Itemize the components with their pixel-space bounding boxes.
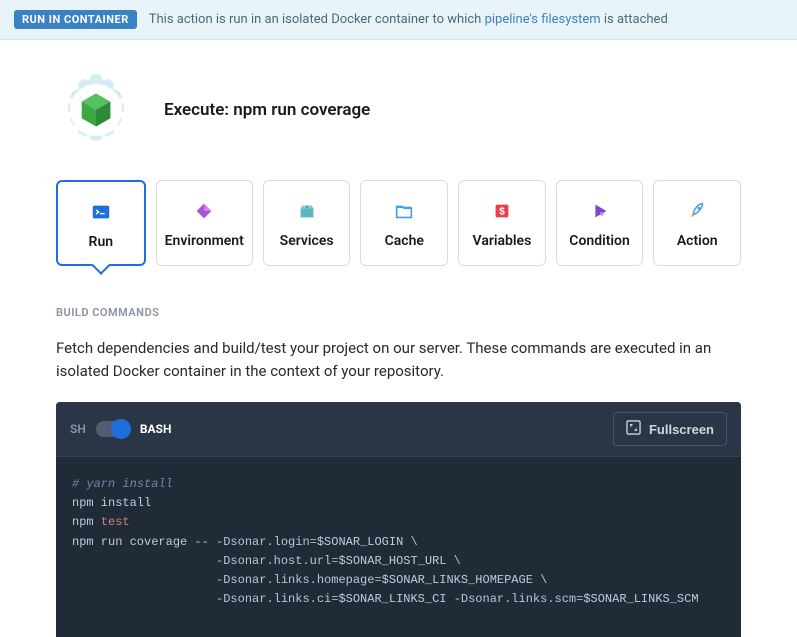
banner-text-after: is attached: [601, 12, 668, 27]
tab-label: Run: [89, 234, 114, 250]
code-flag: -Dsonar.links.scm: [454, 592, 576, 606]
code-flag: -Dsonar.links.homepage: [216, 573, 374, 587]
action-icon: [56, 70, 136, 150]
editor-body[interactable]: # yarn install npm install npm test npm …: [56, 457, 741, 637]
tab-label: Condition: [569, 233, 630, 249]
code-flag: --: [194, 535, 208, 549]
code-var: $SONAR_LINKS_HOMEPAGE: [382, 573, 533, 587]
action-header: Execute: npm run coverage: [56, 70, 741, 150]
code-line: npm install: [72, 496, 151, 510]
tab-label: Services: [280, 233, 334, 249]
diamond-icon: [192, 199, 216, 223]
bash-label: BASH: [140, 422, 172, 436]
eq: =: [576, 592, 583, 606]
svg-text:$: $: [499, 207, 505, 218]
tab-services[interactable]: Services: [263, 180, 351, 266]
toggle-knob: [111, 419, 131, 439]
code-comment: # yarn install: [72, 477, 173, 491]
sp: [209, 535, 216, 549]
tab-action[interactable]: Action: [653, 180, 741, 266]
code-var: $SONAR_LOGIN: [317, 535, 403, 549]
code-cmd: npm: [72, 515, 101, 529]
banner-badge: RUN IN CONTAINER: [14, 10, 137, 29]
code-flag: -Dsonar.host.url: [216, 554, 331, 568]
editor-toolbar: SH BASH Fullscreen: [56, 402, 741, 457]
eq: =: [310, 535, 317, 549]
tab-label: Cache: [385, 233, 424, 249]
ind: [72, 554, 216, 568]
bs: \: [533, 573, 547, 587]
code-cmd: npm run coverage: [72, 535, 194, 549]
sp: [446, 592, 453, 606]
code-var: $SONAR_LINKS_CI: [338, 592, 446, 606]
content-area: Execute: npm run coverage Run Environmen…: [0, 40, 797, 637]
sh-label: SH: [70, 422, 86, 436]
fullscreen-button[interactable]: Fullscreen: [613, 412, 727, 446]
ind: [72, 592, 216, 606]
eq: =: [374, 573, 381, 587]
section-description: Fetch dependencies and build/test your p…: [56, 337, 741, 382]
ind: [72, 573, 216, 587]
dollar-icon: $: [490, 199, 514, 223]
folder-icon: [392, 199, 416, 223]
code-flag: -Dsonar.login: [216, 535, 310, 549]
toolbar-left: SH BASH: [70, 421, 171, 437]
box-icon: [295, 199, 319, 223]
tab-condition[interactable]: Condition: [556, 180, 644, 266]
info-banner: RUN IN CONTAINER This action is run in a…: [0, 0, 797, 40]
tab-label: Variables: [473, 233, 532, 249]
bs: \: [403, 535, 417, 549]
eq: =: [331, 592, 338, 606]
tab-cache[interactable]: Cache: [360, 180, 448, 266]
code-var: $SONAR_LINKS_SCM: [583, 592, 698, 606]
tab-run[interactable]: Run: [56, 180, 146, 266]
pipeline-filesystem-link[interactable]: pipeline's filesystem: [485, 12, 601, 27]
tabs-row: Run Environment Services Cache $ Variabl…: [56, 180, 741, 266]
section-title: BUILD COMMANDS: [56, 306, 741, 319]
tab-environment[interactable]: Environment: [156, 180, 253, 266]
terminal-icon: [89, 200, 113, 224]
tab-label: Environment: [165, 233, 244, 249]
bs: \: [446, 554, 460, 568]
code-editor: SH BASH Fullscreen # yarn install npm in…: [56, 402, 741, 637]
action-title: Execute: npm run coverage: [164, 100, 370, 120]
code-arg: test: [101, 515, 130, 529]
banner-text: This action is run in an isolated Docker…: [149, 12, 668, 27]
play-icon: [588, 199, 612, 223]
tab-label: Action: [677, 233, 718, 249]
rocket-icon: [685, 199, 709, 223]
banner-text-before: This action is run in an isolated Docker…: [149, 12, 485, 27]
fullscreen-icon: [626, 420, 641, 438]
sh-bash-toggle[interactable]: [96, 421, 130, 437]
tab-variables[interactable]: $ Variables: [458, 180, 546, 266]
code-var: $SONAR_HOST_URL: [338, 554, 446, 568]
fullscreen-label: Fullscreen: [649, 422, 714, 437]
code-flag: -Dsonar.links.ci: [216, 592, 331, 606]
